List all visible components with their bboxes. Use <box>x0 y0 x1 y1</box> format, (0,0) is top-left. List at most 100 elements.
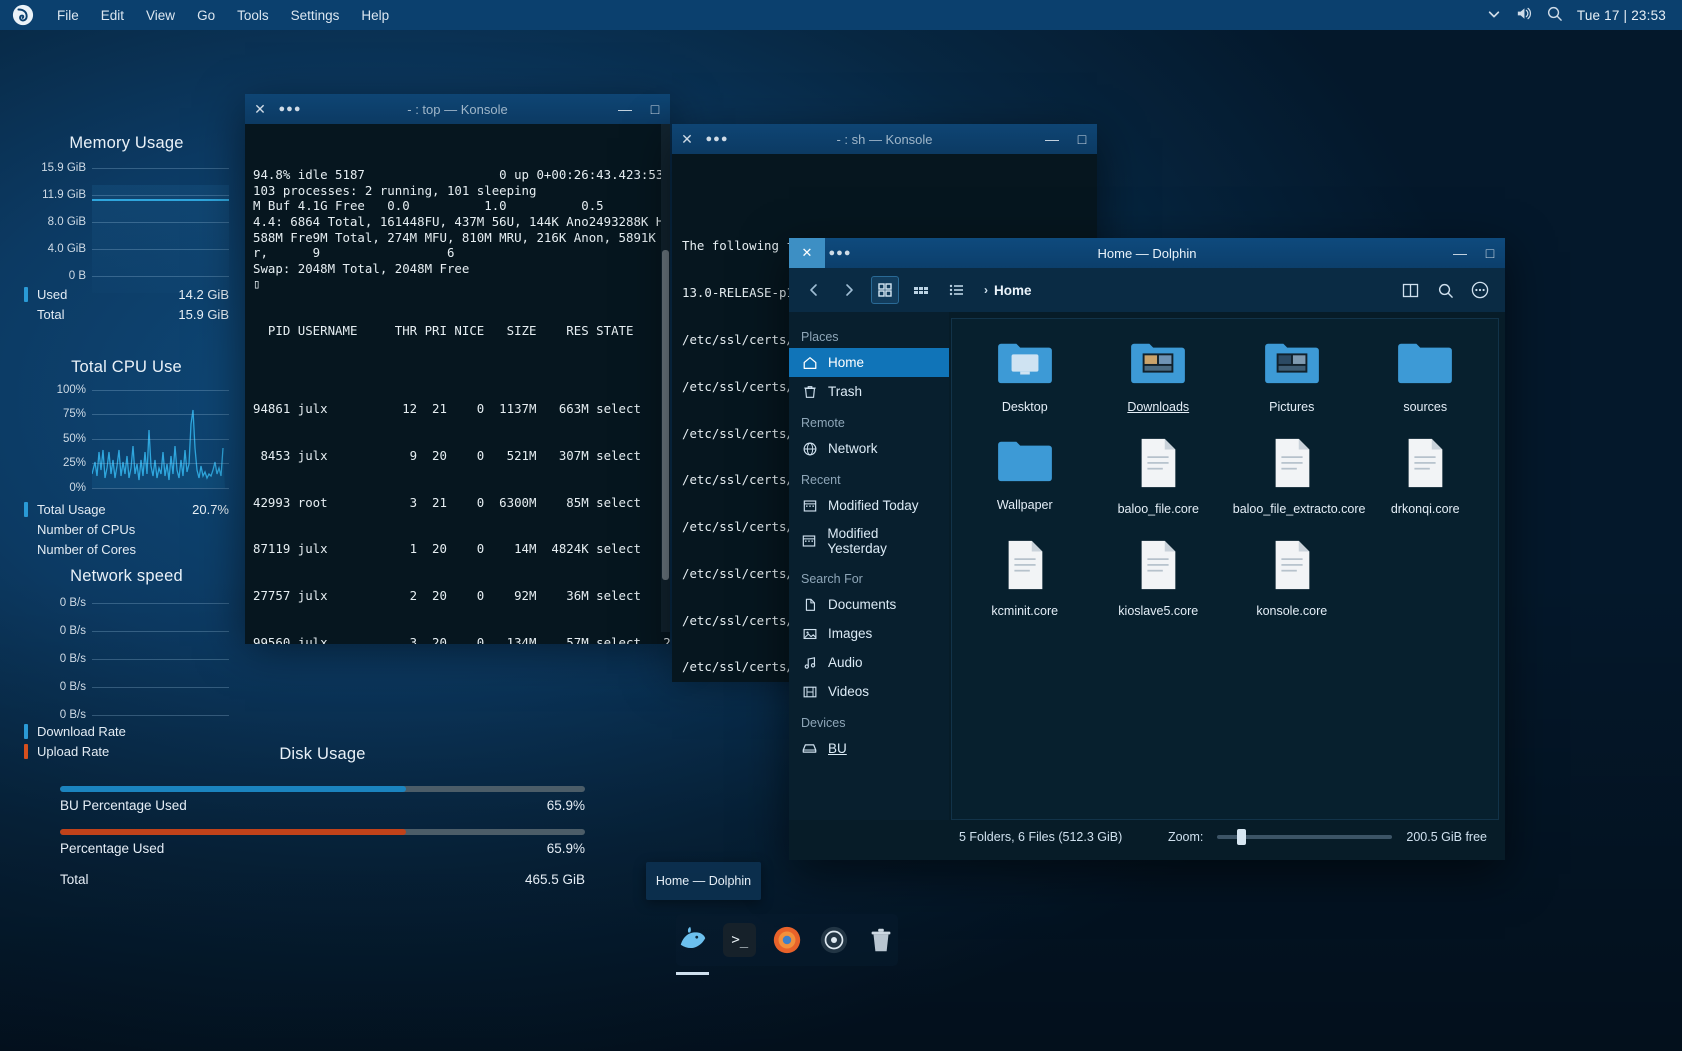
sidebar-item-bu[interactable]: BU <box>789 734 949 763</box>
compact-view-icon[interactable] <box>908 277 934 303</box>
minimize-icon[interactable]: — <box>610 94 640 124</box>
root-progress-value: 65.9% <box>546 841 585 856</box>
memory-axis-label-2: 8.0 GiB <box>47 216 86 228</box>
close-icon[interactable]: ✕ <box>672 124 702 154</box>
window-menu-icon[interactable]: ●●● <box>275 94 305 124</box>
maximize-icon[interactable]: □ <box>640 94 670 124</box>
network-axis-label-2: 0 B/s <box>59 653 86 665</box>
zoom-slider[interactable] <box>1217 829 1393 845</box>
menu-item-help[interactable]: Help <box>350 4 400 27</box>
disk-total-row: Total 465.5 GiB <box>60 872 585 887</box>
system-settings-icon[interactable] <box>818 923 851 957</box>
search-icon[interactable] <box>1432 277 1458 303</box>
sidebar-item-modified-today[interactable]: Modified Today <box>789 491 949 520</box>
home-icon <box>801 354 818 371</box>
maximize-icon[interactable]: □ <box>1067 124 1097 154</box>
file-item-label: baloo_file_extracto.core <box>1232 502 1366 516</box>
dock: >_ <box>676 914 898 975</box>
konsole-top-titlebar[interactable]: ✕ ●●● - : top — Konsole — □ <box>245 94 670 124</box>
close-icon[interactable]: ✕ <box>789 238 825 268</box>
plasma-logo-icon[interactable] <box>0 0 46 30</box>
konsole-icon[interactable]: >_ <box>723 923 757 957</box>
breadcrumb-home[interactable]: Home <box>994 283 1032 298</box>
file-item-kcminit-core[interactable]: kcminit.core <box>958 533 1092 625</box>
split-view-icon[interactable] <box>1397 277 1423 303</box>
clock[interactable]: Tue 17 | 23:53 <box>1577 8 1666 23</box>
search-icon[interactable] <box>1546 5 1563 25</box>
menu-item-file[interactable]: File <box>46 4 90 27</box>
firefox-icon[interactable] <box>770 923 803 957</box>
file-item-label: Desktop <box>1001 400 1048 414</box>
konsole-top-scrollbar[interactable] <box>661 124 670 632</box>
back-arrow-icon[interactable] <box>801 277 827 303</box>
file-icon <box>1002 539 1048 596</box>
sidebar-item-documents[interactable]: Documents <box>789 590 949 619</box>
file-item-downloads[interactable]: Downloads <box>1092 333 1226 421</box>
file-item-wallpaper[interactable]: Wallpaper <box>958 431 1092 523</box>
sidebar-item-trash[interactable]: Trash <box>789 377 949 406</box>
file-item-drkonqi-core[interactable]: drkonqi.core <box>1359 431 1493 523</box>
file-item-desktop[interactable]: Desktop <box>958 333 1092 421</box>
minimize-icon[interactable]: — <box>1037 124 1067 154</box>
sidebar-item-images[interactable]: Images <box>789 619 949 648</box>
icons-view-icon[interactable] <box>871 276 899 304</box>
sidebar-item-audio[interactable]: Audio <box>789 648 949 677</box>
file-view[interactable]: Desktop Downloads Pictures sources Wallp… <box>951 318 1499 820</box>
memory-axis-label-4: 0 B <box>68 270 86 282</box>
sidebar-item-videos[interactable]: Videos <box>789 677 949 706</box>
volume-icon[interactable] <box>1515 5 1532 25</box>
window-menu-icon[interactable]: ●●● <box>702 124 732 154</box>
bu-progress-fill <box>60 786 406 792</box>
cpu-legend-total: Total Usage 20.7% <box>24 502 229 517</box>
close-icon[interactable]: ✕ <box>245 94 275 124</box>
bu-progress-track <box>60 786 585 792</box>
dolphin-toolbar: › Home <box>789 268 1505 312</box>
file-icon <box>1402 437 1448 494</box>
minimize-icon[interactable]: — <box>1445 238 1475 268</box>
file-item-baloo-file-extracto-core[interactable]: baloo_file_extracto.core <box>1225 431 1366 523</box>
forward-arrow-icon[interactable] <box>836 277 862 303</box>
folder-icon <box>996 437 1054 490</box>
maximize-icon[interactable]: □ <box>1475 238 1505 268</box>
trash-icon[interactable] <box>865 923 898 957</box>
disk-widget-title: Disk Usage <box>279 745 366 763</box>
file-icon <box>1135 539 1181 596</box>
memory-total-value: 15.9 GiB <box>178 307 229 322</box>
dolphin-titlebar[interactable]: ✕ ●●● Home — Dolphin — □ <box>789 238 1505 268</box>
file-item-sources[interactable]: sources <box>1359 333 1493 421</box>
menu-item-view[interactable]: View <box>135 4 186 27</box>
dolphin-window[interactable]: ✕ ●●● Home — Dolphin — □ › Home Places H… <box>789 238 1505 860</box>
dolphin-icon[interactable] <box>676 923 710 975</box>
sidebar-item-modified-yesterday[interactable]: Modified Yesterday <box>789 520 949 562</box>
details-view-icon[interactable] <box>943 277 969 303</box>
window-menu-icon[interactable]: ●●● <box>825 238 855 268</box>
konsole-top-window[interactable]: ✕ ●●● - : top — Konsole — □ 94.8% idle 5… <box>245 94 670 644</box>
scrollbar-thumb[interactable] <box>662 250 669 580</box>
file-item-label: kcminit.core <box>991 604 1059 618</box>
sidebar-item-label: Home <box>828 355 865 370</box>
dolphin-statusbar: 5 Folders, 6 Files (512.3 GiB) Zoom: 200… <box>789 820 1505 854</box>
file-item-baloo-file-core[interactable]: baloo_file.core <box>1092 431 1226 523</box>
file-item-label: sources <box>1403 400 1448 414</box>
taskbar-entry-dolphin[interactable]: Home — Dolphin <box>646 862 761 900</box>
file-item-kioslave5-core[interactable]: kioslave5.core <box>1092 533 1226 625</box>
menu-item-go[interactable]: Go <box>186 4 226 27</box>
zoom-slider-handle[interactable] <box>1237 829 1247 845</box>
file-item-pictures[interactable]: Pictures <box>1225 333 1359 421</box>
drive-icon <box>801 740 818 757</box>
chevron-down-icon[interactable] <box>1487 7 1501 24</box>
hamburger-menu-icon[interactable] <box>1467 277 1493 303</box>
table-row: 27757 julx 2 20 0 92M 36M select 1 0 <box>253 588 670 604</box>
disk-total-value: 465.5 GiB <box>524 872 585 887</box>
menu-item-settings[interactable]: Settings <box>280 4 351 27</box>
konsole-top-terminal[interactable]: 94.8% idle 5187 0 up 0+00:26:43.423:53:5… <box>245 124 670 644</box>
menu-item-edit[interactable]: Edit <box>90 4 135 27</box>
network-axis-label-1: 0 B/s <box>59 625 86 637</box>
file-item-konsole-core[interactable]: konsole.core <box>1225 533 1359 625</box>
cpu-axis-label-4: 0% <box>69 482 86 494</box>
konsole-sh-titlebar[interactable]: ✕ ●●● - : sh — Konsole — □ <box>672 124 1097 154</box>
sidebar-item-network[interactable]: Network <box>789 434 949 463</box>
menu-item-tools[interactable]: Tools <box>226 4 280 27</box>
breadcrumb[interactable]: › Home <box>984 283 1032 298</box>
sidebar-item-home[interactable]: Home <box>789 348 949 377</box>
